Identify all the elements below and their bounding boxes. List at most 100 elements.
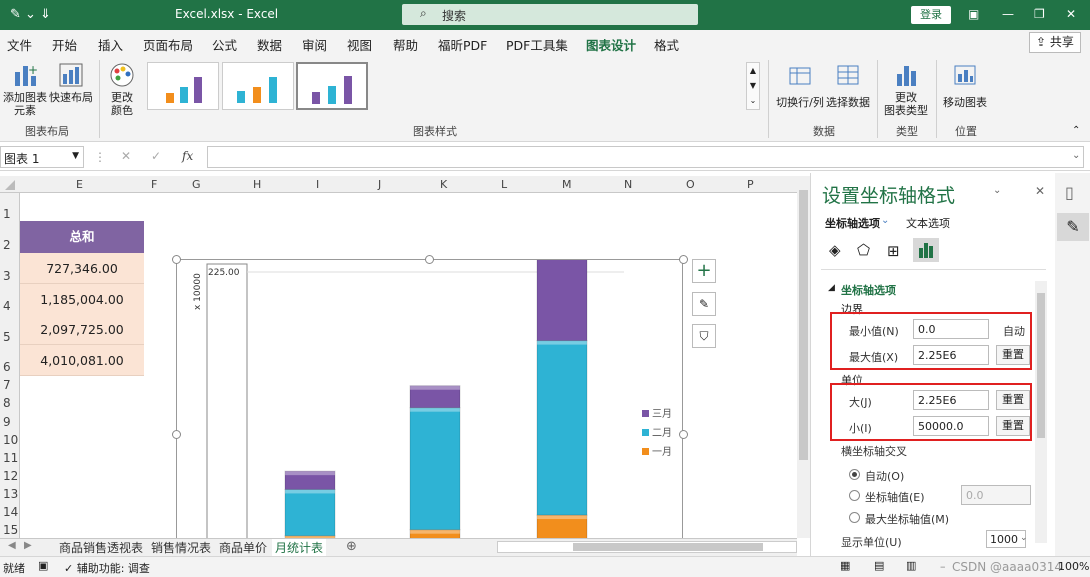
legend-label[interactable]: 一月 <box>652 446 672 458</box>
menu-home[interactable]: 开始 <box>52 35 77 54</box>
max-input[interactable]: 2.25E6 <box>913 345 989 365</box>
sheet-tab[interactable]: 商品单价 <box>219 539 267 556</box>
chart-elements-button[interactable]: + <box>692 259 716 283</box>
zoom-out-icon[interactable]: – <box>940 560 946 573</box>
row-header[interactable]: 11 <box>3 451 18 465</box>
styles-scroll[interactable]: ▲ ▼ ⌄ <box>746 62 760 110</box>
normal-view-icon[interactable]: ▦ <box>840 559 850 572</box>
resize-handle[interactable] <box>679 255 688 264</box>
close-icon[interactable]: ✕ <box>1066 7 1076 21</box>
menu-review[interactable]: 审阅 <box>302 35 327 54</box>
menu-help[interactable]: 帮助 <box>393 35 418 54</box>
page-layout-view-icon[interactable]: ▤ <box>874 559 884 572</box>
ribbon-display-icon[interactable]: ▣ <box>968 7 979 21</box>
menu-file[interactable]: 文件 <box>7 35 32 54</box>
menu-view[interactable]: 视图 <box>347 35 372 54</box>
login-button[interactable]: 登录 <box>911 6 951 24</box>
menu-format[interactable]: 格式 <box>654 35 679 54</box>
quick-layout-button[interactable]: 快速布局 <box>48 62 94 104</box>
column-header[interactable]: K <box>440 178 447 191</box>
resize-handle[interactable] <box>425 255 434 264</box>
bar-segment-二月[interactable] <box>536 340 588 516</box>
prev-sheet-icon[interactable]: ◀ <box>8 540 16 551</box>
menu-chart-design[interactable]: 图表设计 <box>586 35 637 59</box>
chart-style-3-selected[interactable] <box>296 62 368 110</box>
column-header[interactable]: O <box>686 178 695 191</box>
scroll-thumb[interactable] <box>573 543 763 551</box>
menu-pdf-tools[interactable]: PDF工具集 <box>506 35 568 54</box>
column-header[interactable]: M <box>562 178 572 191</box>
enter-icon[interactable]: ✓ <box>151 149 161 163</box>
cancel-icon[interactable]: ✕ <box>121 149 131 163</box>
row-header[interactable]: 8 <box>3 396 11 410</box>
menu-data[interactable]: 数据 <box>257 35 282 54</box>
major-reset-button[interactable]: 重置 <box>996 390 1030 410</box>
expand-formula-icon[interactable]: ⌄ <box>1072 150 1080 161</box>
chart-filters-button[interactable]: ⛉ <box>692 324 716 348</box>
row-header[interactable]: 15 <box>3 523 18 537</box>
menu-page-layout[interactable]: 页面布局 <box>143 35 193 54</box>
row-header[interactable]: 5 <box>3 330 11 344</box>
legend-label[interactable]: 三月 <box>652 408 672 420</box>
total-cell[interactable]: 727,346.00 <box>20 253 144 284</box>
total-cell[interactable]: 2,097,725.00 <box>20 314 144 345</box>
section-collapse-icon[interactable]: ◢ <box>828 283 835 293</box>
row-header[interactable]: 3 <box>3 269 11 283</box>
menu-insert[interactable]: 插入 <box>98 35 123 54</box>
fill-line-icon[interactable]: ◈ <box>829 241 841 259</box>
cross-axis-value-radio[interactable] <box>849 490 860 501</box>
pane-format-icon[interactable]: ✎ <box>1057 213 1089 241</box>
pane-page-icon[interactable]: ▯ <box>1065 183 1074 202</box>
scroll-thumb[interactable] <box>799 190 808 460</box>
macro-record-icon[interactable]: ▣ <box>38 559 48 572</box>
tab-text-options[interactable]: 文本选项 <box>906 215 950 231</box>
search-box[interactable]: ⌕ 搜索 <box>402 4 698 25</box>
switch-row-column-button[interactable]: 切换行/列 <box>775 62 825 109</box>
column-header[interactable]: P <box>747 178 754 191</box>
value-axis-selection[interactable] <box>206 263 248 548</box>
major-unit-input[interactable]: 2.25E6 <box>913 390 989 410</box>
cross-max-radio[interactable] <box>849 512 860 523</box>
resize-handle[interactable] <box>679 430 688 439</box>
cross-auto-radio[interactable] <box>849 469 860 480</box>
section-axis-options[interactable]: 坐标轴选项 <box>841 282 896 298</box>
restore-icon[interactable]: ❐ <box>1034 7 1045 21</box>
accessibility-status[interactable]: ✓ 辅助功能: 调查 <box>64 560 150 576</box>
minimize-icon[interactable]: — <box>1002 7 1014 21</box>
total-cell[interactable]: 1,185,004.00 <box>20 284 144 315</box>
select-all-icon[interactable] <box>5 180 15 190</box>
row-header[interactable]: 4 <box>3 299 11 313</box>
insert-function-icon[interactable]: fx <box>182 149 193 163</box>
pane-scrollbar[interactable] <box>1035 281 1047 543</box>
legend-label[interactable]: 二月 <box>652 427 672 439</box>
column-header[interactable]: N <box>624 178 632 191</box>
total-header-cell[interactable]: 总和 <box>20 221 144 253</box>
resize-handle[interactable] <box>172 255 181 264</box>
resize-handle[interactable] <box>172 430 181 439</box>
column-header[interactable]: G <box>192 178 201 191</box>
move-chart-button[interactable]: 移动图表 <box>942 62 988 109</box>
effects-icon[interactable]: ⬠ <box>857 241 870 259</box>
chart-style-2[interactable] <box>222 62 294 110</box>
pane-options-icon[interactable]: ⌄ <box>993 185 1001 196</box>
sheet-vertical-scrollbar[interactable] <box>797 176 810 538</box>
max-reset-button[interactable]: 重置 <box>996 345 1030 365</box>
sheet-tab[interactable]: 销售情况表 <box>151 539 211 556</box>
row-header[interactable]: 2 <box>3 238 11 252</box>
column-header[interactable]: H <box>253 178 261 191</box>
row-header[interactable]: 13 <box>3 487 18 501</box>
select-data-button[interactable]: 选择数据 <box>826 62 870 109</box>
next-sheet-icon[interactable]: ▶ <box>24 540 32 551</box>
bar-segment-三月[interactable] <box>536 260 588 342</box>
tab-axis-dropdown-icon[interactable]: ⌄ <box>881 215 889 226</box>
change-colors-button[interactable]: 更改 颜色 <box>104 62 140 117</box>
menu-formulas[interactable]: 公式 <box>212 35 237 54</box>
row-header[interactable]: 7 <box>3 378 11 392</box>
zoom-level[interactable]: 100% <box>1058 560 1089 573</box>
row-header[interactable]: 9 <box>3 415 11 429</box>
horizontal-scrollbar[interactable] <box>497 541 797 553</box>
column-header[interactable]: J <box>378 178 381 191</box>
pane-close-icon[interactable]: ✕ <box>1035 184 1045 198</box>
chart-styles-button[interactable]: ✎ <box>692 292 716 316</box>
formula-input[interactable] <box>207 146 1084 168</box>
